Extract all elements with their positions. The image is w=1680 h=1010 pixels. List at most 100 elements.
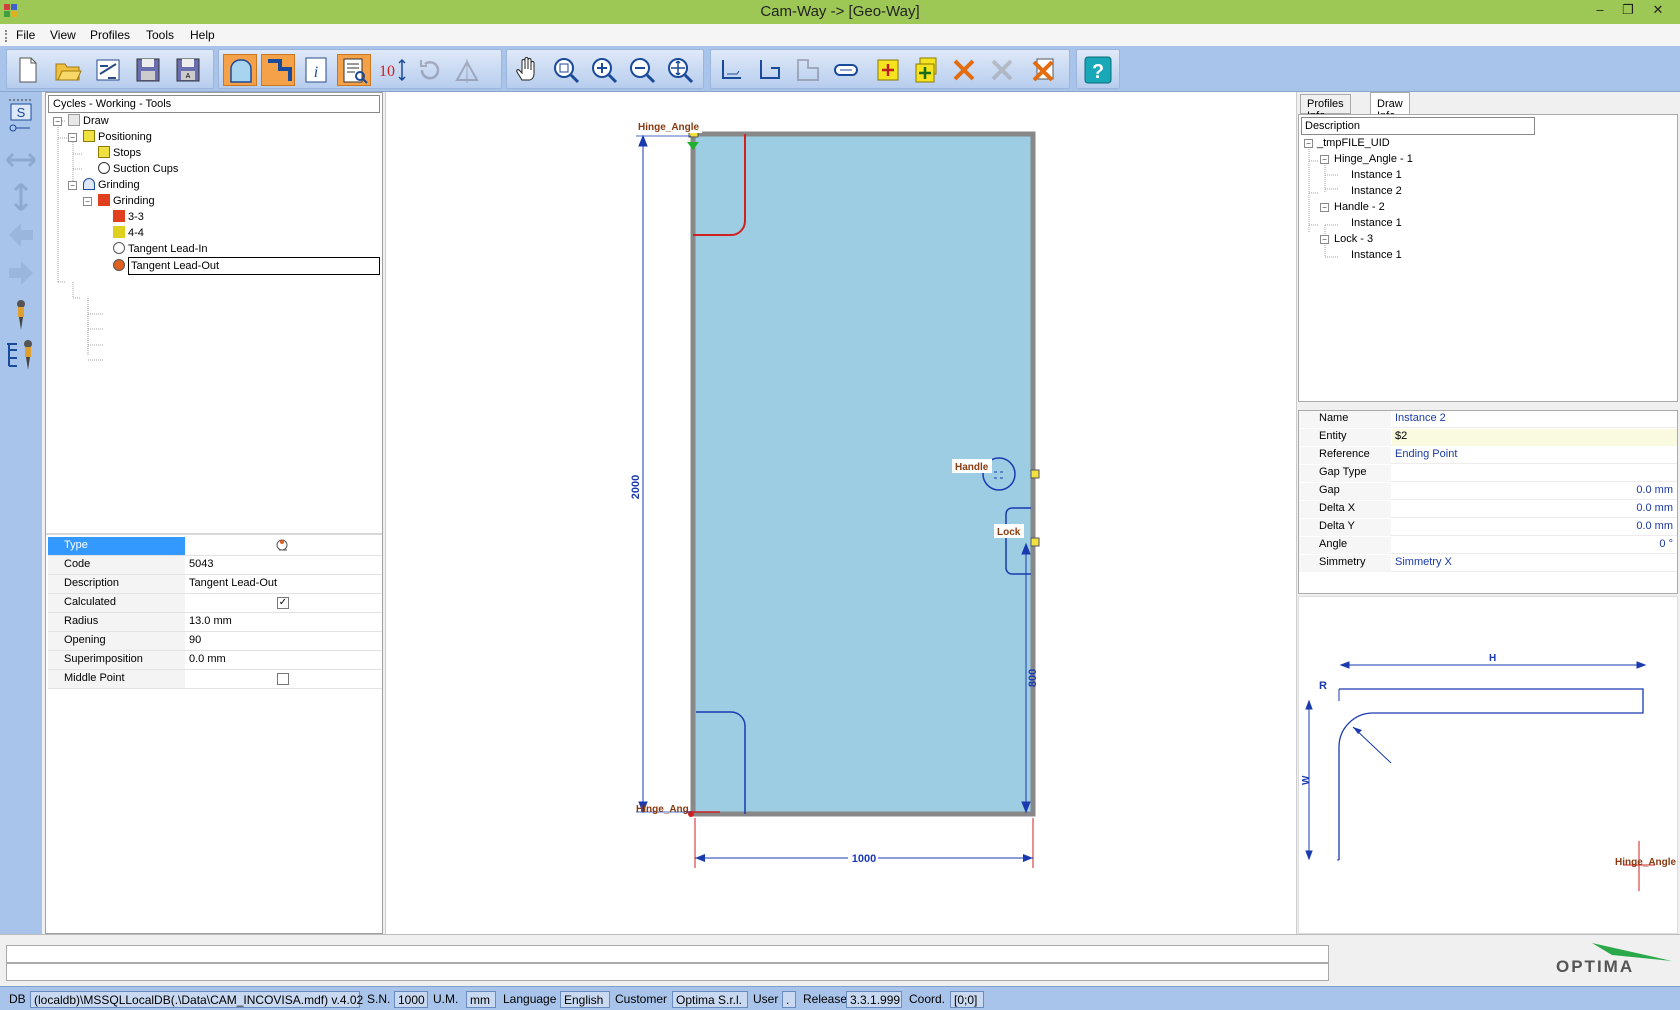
tree-item-draw[interactable]: Draw	[68, 113, 109, 129]
prop-row-type[interactable]: Type	[48, 537, 382, 556]
move-vertical-button[interactable]	[5, 182, 37, 214]
lock-anchor[interactable]	[1030, 537, 1040, 547]
label-hinge-top[interactable]: Hinge_Angle	[638, 122, 700, 133]
tree-item-positioning[interactable]: Positioning	[83, 129, 152, 145]
select-tool-button[interactable]: S	[5, 98, 37, 132]
menu-view[interactable]: View	[50, 28, 76, 42]
new-file-button[interactable]	[11, 54, 45, 86]
rprop-row-angle[interactable]: Angle 0 °	[1299, 537, 1677, 554]
tab-draw-info[interactable]: Draw Info	[1370, 92, 1410, 122]
draw-tree-item-hinge-instance-1[interactable]: Instance 1	[1351, 167, 1402, 183]
tree-item-3-3[interactable]: 3-3	[113, 209, 144, 225]
zoom-out-button[interactable]	[625, 54, 659, 86]
move-left-button[interactable]	[5, 220, 37, 252]
delete-button[interactable]	[947, 54, 981, 86]
save-as-button[interactable]: A	[171, 54, 205, 86]
tree-collapse-positioning[interactable]: −	[68, 133, 77, 142]
zoom-extents-button[interactable]	[663, 54, 697, 86]
delete-all-button[interactable]	[1027, 54, 1061, 86]
menu-help[interactable]: Help	[190, 28, 215, 42]
notch-tool-button[interactable]	[791, 54, 825, 86]
tree-item-tangent-lead-out[interactable]: Tangent Lead-Out	[113, 257, 380, 275]
cycles-tree-panel: Cycles - Working - Tools − Draw − Positi…	[45, 92, 383, 934]
draw-tree-collapse-root[interactable]: −	[1304, 139, 1313, 148]
rotate-button[interactable]	[413, 54, 447, 86]
draw-tree-item-hinge-instance-2[interactable]: Instance 2	[1351, 183, 1402, 199]
tool-list-button[interactable]	[5, 338, 37, 370]
panel-splitter[interactable]	[46, 533, 382, 535]
rprop-row-name[interactable]: Name Instance 2	[1299, 411, 1677, 428]
zoom-window-button[interactable]	[549, 54, 583, 86]
report-preview-button[interactable]	[337, 54, 371, 86]
draw-tree-collapse-handle[interactable]: −	[1320, 203, 1329, 212]
rprop-row-gap-type[interactable]: Gap Type	[1299, 465, 1677, 482]
minimize-button[interactable]: –	[1586, 2, 1614, 20]
dimension-button[interactable]: 10	[375, 54, 409, 86]
tool-button[interactable]	[5, 298, 37, 330]
save-button[interactable]	[131, 54, 165, 86]
prop-row-superimposition[interactable]: Superimposition 0.0 mm	[48, 651, 382, 670]
delete-multiple-button[interactable]	[985, 54, 1019, 86]
calculated-checkbox[interactable]: ✓	[277, 597, 289, 609]
rprop-row-entity[interactable]: Entity $2	[1299, 429, 1677, 446]
tree-collapse-grinding-sub[interactable]: −	[83, 197, 92, 206]
hinge-tool-button[interactable]	[753, 54, 787, 86]
prop-row-calculated[interactable]: Calculated ✓	[48, 594, 382, 613]
help-button[interactable]: ?	[1081, 54, 1115, 86]
prop-row-radius[interactable]: Radius 13.0 mm	[48, 613, 382, 632]
pan-button[interactable]	[511, 54, 545, 86]
label-lock[interactable]: Lock	[997, 527, 1021, 538]
prop-row-code[interactable]: Code 5043	[48, 556, 382, 575]
draw-tree-item-lock-instance-1[interactable]: Instance 1	[1351, 247, 1402, 263]
slot-tool-button[interactable]	[829, 54, 863, 86]
zoom-in-button[interactable]	[587, 54, 621, 86]
restore-button[interactable]: ❐	[1614, 2, 1642, 20]
tree-collapse-draw[interactable]: −	[53, 117, 62, 126]
draw-tree-item-root[interactable]: _tmpFILE_UID	[1317, 135, 1390, 151]
tree-collapse-grinding-root[interactable]: −	[68, 181, 77, 190]
draw-tree-item-handle[interactable]: Handle - 2	[1334, 199, 1385, 215]
prop-row-opening[interactable]: Opening 90	[48, 632, 382, 651]
mirror-button[interactable]	[451, 54, 485, 86]
tree-item-tangent-lead-in[interactable]: Tangent Lead-In	[113, 241, 208, 257]
drawing-svg[interactable]: Hinge_Angle Hinge_Ang Handle Lock 2000 8…	[386, 92, 1298, 934]
draw-tree-collapse-lock[interactable]: −	[1320, 235, 1329, 244]
label-hinge-bottom[interactable]: Hinge_Ang	[636, 804, 689, 815]
tree-item-grinding-sub[interactable]: Grinding	[98, 193, 155, 209]
prop-row-middle-point[interactable]: Middle Point	[48, 670, 382, 689]
corner-tool-button[interactable]	[715, 54, 749, 86]
rprop-row-delta-x[interactable]: Delta X 0.0 mm	[1299, 501, 1677, 518]
rprop-row-delta-y[interactable]: Delta Y 0.0 mm	[1299, 519, 1677, 536]
menu-file[interactable]: File	[16, 28, 35, 42]
prop-row-description[interactable]: Description Tangent Lead-Out	[48, 575, 382, 594]
profile-view-button[interactable]	[223, 54, 257, 86]
tree-item-grinding[interactable]: Grinding	[83, 177, 140, 193]
close-button[interactable]: ✕	[1644, 2, 1672, 20]
import-button[interactable]	[91, 54, 125, 86]
menu-profiles[interactable]: Profiles	[90, 28, 130, 42]
drawing-canvas[interactable]: Hinge_Angle Hinge_Ang Handle Lock 2000 8…	[385, 92, 1297, 934]
rprop-row-reference[interactable]: Reference Ending Point	[1299, 447, 1677, 464]
path-view-button[interactable]	[261, 54, 295, 86]
tree-item-4-4[interactable]: 4-4	[113, 225, 144, 241]
label-handle[interactable]: Handle	[955, 462, 989, 473]
open-file-button[interactable]	[51, 54, 85, 86]
tree-item-stops[interactable]: Stops	[98, 145, 141, 161]
move-horizontal-button[interactable]	[5, 148, 37, 180]
draw-tree-collapse-hinge[interactable]: −	[1320, 155, 1329, 164]
handle-anchor[interactable]	[1030, 469, 1040, 479]
middle-point-checkbox[interactable]	[277, 673, 289, 685]
draw-tree-item-hinge[interactable]: Hinge_Angle - 1	[1334, 151, 1413, 167]
draw-tree-item-lock[interactable]: Lock - 3	[1334, 231, 1373, 247]
glass-panel[interactable]	[690, 131, 1036, 817]
add-button[interactable]	[871, 54, 905, 86]
move-right-button[interactable]	[5, 258, 37, 290]
tab-profiles-info[interactable]: Profiles Info	[1300, 94, 1351, 122]
rprop-row-gap[interactable]: Gap 0.0 mm	[1299, 483, 1677, 500]
add-multiple-button[interactable]	[909, 54, 943, 86]
rprop-row-simmetry[interactable]: Simmetry Simmetry X	[1299, 555, 1677, 572]
draw-tree-item-handle-instance-1[interactable]: Instance 1	[1351, 215, 1402, 231]
tree-item-suction-cups[interactable]: Suction Cups	[98, 161, 178, 177]
menu-tools[interactable]: Tools	[146, 28, 174, 42]
info-button[interactable]: i	[299, 54, 333, 86]
